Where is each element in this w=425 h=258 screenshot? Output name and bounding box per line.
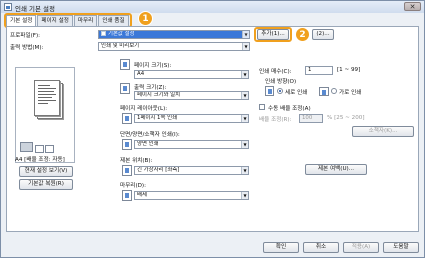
output-method-select[interactable]: 인쇄 및 미리보기 ▼: [98, 42, 250, 51]
page-size-select[interactable]: A4 ▼: [134, 70, 249, 79]
basic-settings-panel: 프로파일(F): 기본값 설정 ▼ 추가(1)... 2 (2)... 출력 방…: [6, 26, 419, 232]
printer-app-icon: [4, 3, 12, 11]
manual-scaling-checkbox[interactable]: [259, 104, 265, 110]
finishing-icon: [122, 190, 132, 201]
chevron-down-icon: ▼: [241, 167, 248, 174]
page-size-icon: [120, 59, 130, 70]
landscape-radio[interactable]: [331, 88, 337, 94]
help-button[interactable]: 도움말: [383, 242, 419, 253]
manual-scaling-label: 수동 배율 조정(A): [268, 106, 311, 112]
portrait-label: 세로 인쇄: [285, 90, 308, 96]
finishing-select[interactable]: 배제 ▼: [134, 191, 249, 200]
settings-toggle-icon[interactable]: [35, 145, 44, 153]
apply-button[interactable]: 적용(A): [343, 242, 379, 253]
page-layout-label: 페이지 레이아웃(L):: [120, 106, 168, 112]
output-size-select[interactable]: 페이지 크기와 일치 ▼: [134, 91, 249, 100]
binding-margin-button[interactable]: 제본 여백(U)...: [305, 164, 367, 175]
title-bar: 인쇄 기본 설정 ✕: [1, 1, 424, 13]
landscape-label: 가로 인쇄: [339, 90, 362, 96]
finishing-value: 배제: [137, 192, 147, 198]
output-method-label: 출력 방법(M):: [10, 45, 44, 51]
duplex-label: 단면/양면/소책자 인쇄(I):: [120, 132, 180, 138]
chevron-down-icon: ▼: [241, 192, 248, 199]
cancel-button[interactable]: 취소: [303, 242, 339, 253]
callout-2: 2: [295, 27, 310, 42]
copies-label: 인쇄 매수(C):: [259, 69, 292, 75]
scaling-range: % [25 ~ 200]: [327, 115, 365, 121]
output-size-icon: [120, 83, 130, 94]
copies-input[interactable]: 1: [305, 66, 333, 75]
profile-label: 프로파일(F):: [10, 33, 41, 39]
scaling-input[interactable]: 100: [299, 114, 323, 123]
view-settings-button[interactable]: 현재 설정 보기(V): [19, 166, 73, 177]
binding-label: 제본 위치(B):: [120, 158, 153, 164]
printing-preferences-window: 인쇄 기본 설정 ✕ 기본 설정 페이지 설정 마무리 인쇄 품질 1 프로파일…: [0, 0, 425, 258]
binding-icon: [122, 165, 132, 176]
page-layout-select[interactable]: 1페이지 1쪽 인쇄 ▼: [134, 114, 249, 123]
duplex-select[interactable]: 양면 인쇄 ▼: [134, 140, 249, 149]
close-button[interactable]: ✕: [404, 2, 421, 11]
chevron-down-icon: ▼: [242, 43, 249, 50]
profile-value: 기본값 설정: [108, 31, 135, 37]
binding-value: 긴 가장자리 [좌측]: [137, 167, 180, 173]
page-size-label: 페이지 크기(S):: [134, 63, 172, 69]
finishing-label: 마무리(D):: [120, 183, 146, 189]
scaling-label: 배율 조정(R):: [259, 117, 292, 123]
copies-range: [1 ~ 99]: [337, 67, 361, 73]
preview-caption: A4 [배율 조정: 자동]: [15, 157, 65, 163]
chevron-down-icon: ▼: [241, 92, 248, 99]
dialog-buttons: 확인 취소 적용(A) 도움말: [1, 239, 424, 257]
page-preview: [15, 67, 75, 163]
profile-icon: [101, 31, 106, 36]
landscape-icon: [319, 87, 329, 96]
page-toggle-icon[interactable]: [45, 145, 54, 153]
add-button-highlight: [254, 27, 292, 42]
duplex-icon: [122, 139, 132, 150]
output-size-label: 출력 크기(Z):: [134, 85, 167, 91]
page-layout-icon: [122, 113, 132, 124]
page-layout-value: 1페이지 1쪽 인쇄: [137, 115, 178, 121]
ok-button[interactable]: 확인: [263, 242, 299, 253]
binding-select[interactable]: 긴 가장자리 [좌측] ▼: [134, 166, 249, 175]
chevron-down-icon: ▼: [241, 71, 248, 78]
output-size-value: 페이지 크기와 일치: [137, 92, 181, 98]
chevron-down-icon: ▼: [242, 31, 249, 38]
chevron-down-icon: ▼: [241, 141, 248, 148]
callout-1: 1: [138, 11, 153, 26]
booklet-button[interactable]: 소책자(K)...: [352, 126, 414, 137]
profile-select[interactable]: 기본값 설정 ▼: [98, 30, 250, 39]
chevron-down-icon: ▼: [241, 115, 248, 122]
preview-page-front: [34, 80, 60, 116]
output-method-value: 인쇄 및 미리보기: [101, 43, 140, 49]
edit-profile-button[interactable]: (2)...: [312, 29, 334, 40]
printer-icon: [20, 142, 33, 152]
restore-defaults-button[interactable]: 기본값 복원(R): [19, 179, 73, 190]
page-size-value: A4: [137, 71, 145, 77]
portrait-icon: [265, 86, 274, 96]
orientation-label: 인쇄 방향(O): [265, 79, 297, 85]
window-title: 인쇄 기본 설정: [15, 5, 56, 13]
duplex-value: 양면 인쇄: [137, 141, 159, 147]
portrait-radio[interactable]: [277, 88, 283, 94]
